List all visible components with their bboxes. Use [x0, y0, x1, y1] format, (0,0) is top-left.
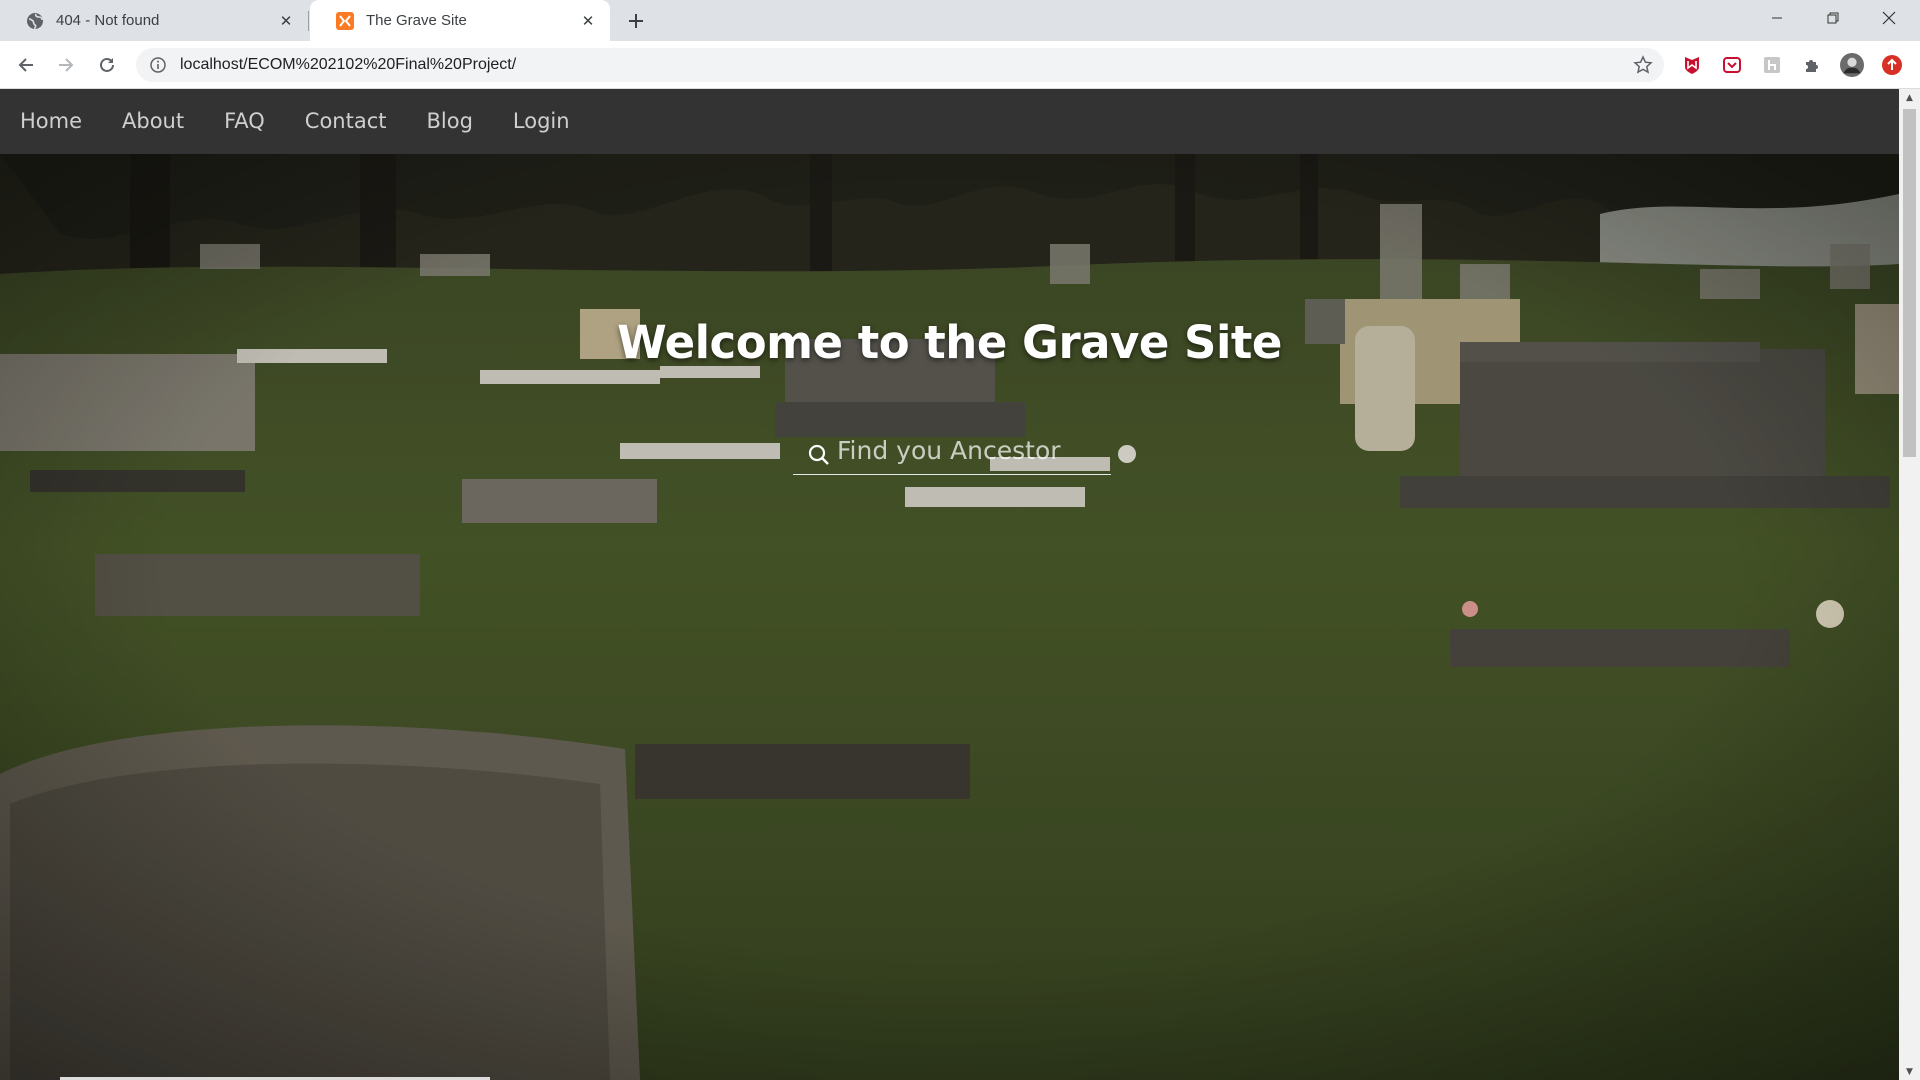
scroll-down-arrow-icon[interactable]: ▼ [1899, 1063, 1920, 1080]
globe-icon [26, 12, 44, 30]
hero-title: Welcome to the Grave Site [617, 316, 1282, 370]
restore-button[interactable] [1810, 0, 1856, 36]
close-tab-icon[interactable]: ✕ [578, 11, 598, 31]
browser-toolbar: localhost/ECOM%202102%20Final%20Project/ [0, 41, 1920, 89]
minimize-button[interactable] [1754, 0, 1800, 36]
site-navbar: Home About FAQ Contact Blog Login [0, 89, 1899, 154]
address-bar[interactable]: localhost/ECOM%202102%20Final%20Project/ [136, 48, 1664, 82]
puzzle-extensions-icon[interactable] [1800, 53, 1824, 77]
nav-home-link[interactable]: Home [0, 89, 102, 154]
nav-faq-link[interactable]: FAQ [204, 89, 285, 154]
pocket-extension-icon[interactable] [1720, 53, 1744, 77]
update-icon[interactable] [1880, 53, 1904, 77]
cemetery-background-image [0, 154, 1899, 1080]
scrollbar-thumb[interactable] [1903, 109, 1916, 457]
page-viewport: Home About FAQ Contact Blog Login Welcom… [0, 89, 1899, 1080]
close-window-button[interactable] [1866, 0, 1912, 36]
nav-blog-link[interactable]: Blog [407, 89, 493, 154]
tab-divider [308, 11, 309, 31]
info-icon[interactable] [150, 57, 166, 73]
tab-strip: 404 - Not found ✕ The Grave Site ✕ [0, 0, 1920, 41]
profile-avatar[interactable] [1840, 53, 1864, 77]
tab-title: 404 - Not found [56, 12, 160, 29]
vertical-scrollbar[interactable]: ▲ ▼ [1899, 89, 1920, 1080]
grey-extension-icon[interactable] [1760, 53, 1784, 77]
tab-404-not-found[interactable]: 404 - Not found ✕ [0, 0, 308, 41]
scroll-up-arrow-icon[interactable]: ▲ [1899, 89, 1920, 106]
mcafee-extension-icon[interactable] [1680, 53, 1704, 77]
nav-login-link[interactable]: Login [493, 89, 590, 154]
reload-button[interactable] [95, 53, 119, 77]
forward-button[interactable] [54, 53, 78, 77]
ancestor-search-box [793, 426, 1154, 475]
nav-about-link[interactable]: About [102, 89, 204, 154]
url-text: localhost/ECOM%202102%20Final%20Project/ [180, 56, 517, 73]
tab-the-grave-site[interactable]: The Grave Site ✕ [310, 0, 610, 41]
hero-section: Welcome to the Grave Site [0, 154, 1899, 1080]
new-tab-button[interactable] [624, 9, 648, 33]
xampp-icon [336, 11, 354, 30]
close-tab-icon[interactable]: ✕ [276, 11, 296, 31]
nav-contact-link[interactable]: Contact [285, 89, 407, 154]
ancestor-search-input[interactable] [837, 435, 1154, 465]
search-icon[interactable] [807, 441, 831, 469]
back-button[interactable] [14, 53, 38, 77]
bookmark-star-icon[interactable] [1632, 54, 1654, 76]
tab-title: The Grave Site [366, 12, 467, 29]
